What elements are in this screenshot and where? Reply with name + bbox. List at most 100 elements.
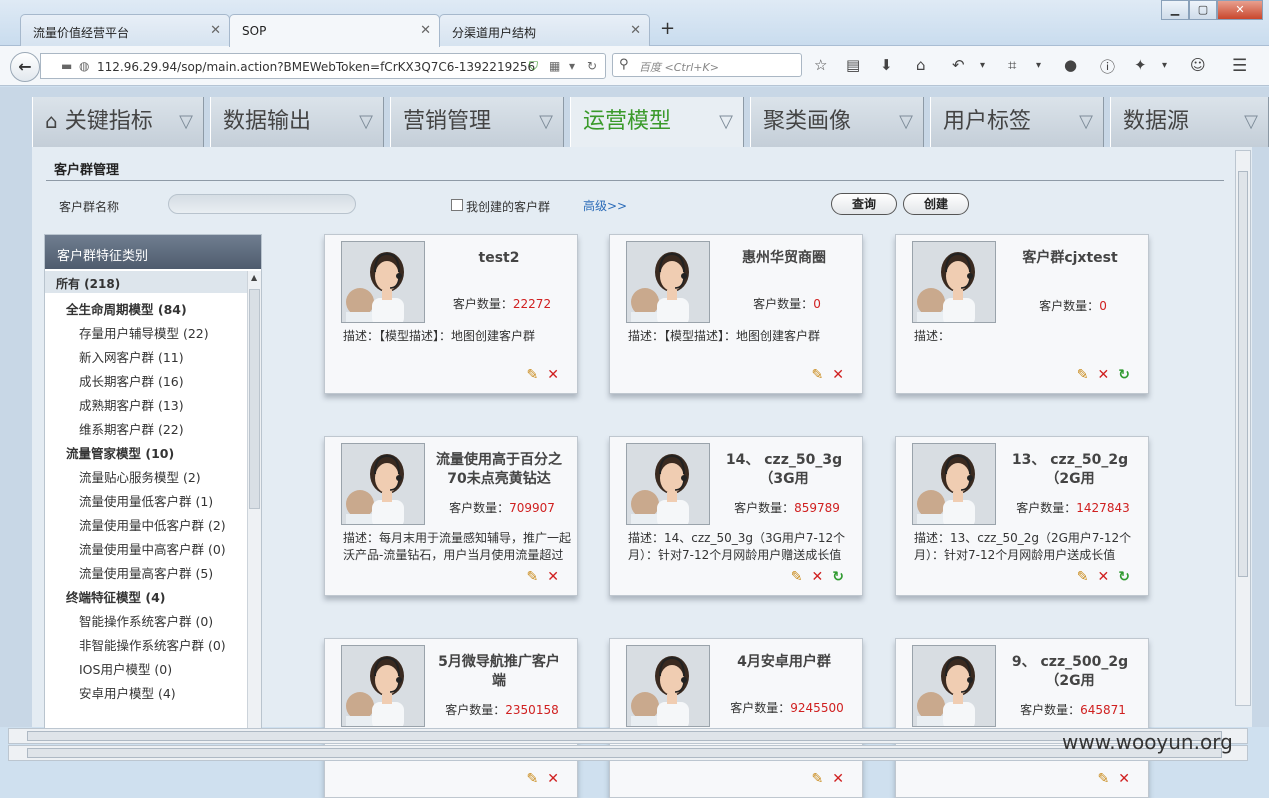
customer-group-card[interactable]: 14、 czz_50_3g（3G用 客户数量：859789 描述：14、czz_50… bbox=[609, 436, 863, 596]
scrollbar-thumb[interactable] bbox=[27, 748, 1222, 758]
dropdown-icon[interactable]: ▾ bbox=[1162, 60, 1167, 71]
edit-icon[interactable]: ✎ bbox=[1077, 367, 1089, 383]
scrollbar-thumb[interactable] bbox=[249, 289, 260, 509]
home-icon[interactable]: ⌂ bbox=[916, 56, 926, 74]
sidebar-item[interactable]: IOS用户模型 (0) bbox=[45, 655, 249, 679]
sidebar-item[interactable]: 流量使用量低客户群 (1) bbox=[45, 487, 249, 511]
delete-icon[interactable]: ✕ bbox=[1098, 367, 1110, 383]
group-name-input[interactable] bbox=[168, 194, 356, 214]
reload-icon[interactable]: ↻ bbox=[587, 59, 597, 73]
customer-group-card[interactable]: test2 客户数量：22272 描述：【模型描述】：地图创建客户群 ✎ ✕ bbox=[324, 234, 578, 394]
card-title[interactable]: 5月微导航推广客户端 bbox=[433, 653, 565, 691]
nav-tab-cluster-portrait[interactable]: 聚类画像 ▽ bbox=[750, 97, 924, 147]
bookmarks-icon[interactable]: ▤ bbox=[846, 56, 860, 74]
info-icon[interactable]: ⓘ bbox=[1100, 56, 1115, 77]
advanced-link[interactable]: 高级>> bbox=[583, 197, 627, 214]
minimize-icon[interactable]: ▁ bbox=[1161, 0, 1189, 20]
close-icon[interactable]: ✕ bbox=[630, 23, 641, 38]
new-tab-icon[interactable]: + bbox=[660, 18, 675, 39]
card-title[interactable]: 13、 czz_50_2g（2G用 bbox=[1004, 451, 1136, 489]
nav-tab-data-output[interactable]: 数据输出 ▽ bbox=[210, 97, 384, 147]
delete-icon[interactable]: ✕ bbox=[812, 569, 824, 585]
card-title[interactable]: 惠州华贸商圈 bbox=[718, 249, 850, 268]
customer-group-card[interactable]: 流量使用高于百分之70未点亮黄钻达 客户数量：709907 描述：每月末用于流量感知… bbox=[324, 436, 578, 596]
download-icon[interactable]: ⬇ bbox=[880, 56, 893, 74]
nav-tab-data-source[interactable]: 数据源 ▽ bbox=[1110, 97, 1269, 147]
edit-icon[interactable]: ✎ bbox=[791, 569, 803, 585]
browser-tab-3[interactable]: 分渠道用户结构 ✕ bbox=[439, 14, 650, 46]
shield-icon[interactable]: ⛉ bbox=[529, 59, 538, 74]
sidebar-item[interactable]: 流量管家模型 (10) bbox=[45, 439, 249, 463]
reader-icon[interactable]: ▬ bbox=[61, 59, 72, 73]
browser-tab-2[interactable]: SOP ✕ bbox=[229, 14, 440, 47]
scroll-up-icon[interactable]: ▲ bbox=[251, 273, 257, 282]
url-bar[interactable]: ▬ ◍ 112.96.29.94/sop/main.action?BMEWebT… bbox=[40, 53, 606, 79]
browser-tab-1[interactable]: 流量价值经营平台 ✕ bbox=[20, 14, 230, 46]
customer-group-card[interactable]: 5月微导航推广客户端 客户数量：2350158 ✎ ✕ bbox=[324, 638, 578, 798]
close-window-icon[interactable]: ✕ bbox=[1217, 0, 1263, 20]
nav-tab-marketing[interactable]: 营销管理 ▽ bbox=[390, 97, 564, 147]
edit-icon[interactable]: ✎ bbox=[812, 771, 824, 787]
nav-tab-key-metrics[interactable]: ⌂ 关键指标 ▽ bbox=[32, 97, 204, 147]
close-icon[interactable]: ✕ bbox=[420, 23, 431, 38]
edit-icon[interactable]: ✎ bbox=[812, 367, 824, 383]
delete-icon[interactable]: ✕ bbox=[832, 367, 844, 383]
search-input[interactable]: ⚲ 百度 <Ctrl+K> bbox=[612, 53, 802, 77]
sidebar-item[interactable]: 成熟期客户群 (13) bbox=[45, 391, 249, 415]
delete-icon[interactable]: ✕ bbox=[1118, 771, 1130, 787]
edit-icon[interactable]: ✎ bbox=[527, 771, 539, 787]
sidebar-item[interactable]: 终端特征模型 (4) bbox=[45, 583, 249, 607]
dropdown-icon[interactable]: ▾ bbox=[1036, 60, 1041, 71]
card-title[interactable]: 9、 czz_500_2g（2G用 bbox=[1004, 653, 1136, 691]
sidebar-item[interactable]: 流量使用量中低客户群 (2) bbox=[45, 511, 249, 535]
edit-icon[interactable]: ✎ bbox=[527, 569, 539, 585]
scrollbar-thumb[interactable] bbox=[1238, 171, 1248, 577]
bookmark-star-icon[interactable]: ☆ bbox=[814, 56, 827, 74]
customer-group-card[interactable]: 9、 czz_500_2g（2G用 客户数量：645871 ✎ ✕ bbox=[895, 638, 1149, 798]
refresh-icon[interactable]: ↻ bbox=[1118, 367, 1130, 383]
delete-icon[interactable]: ✕ bbox=[547, 569, 559, 585]
sidebar-item[interactable]: 流量使用量中高客户群 (0) bbox=[45, 535, 249, 559]
extension-icon[interactable]: ✦ bbox=[1134, 56, 1147, 74]
sidebar-item[interactable]: 安卓用户模型 (4) bbox=[45, 679, 249, 703]
sidebar-item[interactable]: 流量使用量高客户群 (5) bbox=[45, 559, 249, 583]
delete-icon[interactable]: ✕ bbox=[547, 771, 559, 787]
mine-checkbox[interactable] bbox=[451, 199, 463, 211]
menu-icon[interactable]: ☰ bbox=[1232, 56, 1247, 76]
sidebar-item[interactable]: 成长期客户群 (16) bbox=[45, 367, 249, 391]
card-title[interactable]: 客户群cjxtest bbox=[1004, 249, 1136, 268]
edit-icon[interactable]: ✎ bbox=[527, 367, 539, 383]
close-icon[interactable]: ✕ bbox=[210, 23, 221, 38]
sidebar-scrollbar[interactable]: ▲ bbox=[247, 271, 261, 735]
undo-icon[interactable]: ↶ bbox=[952, 56, 965, 74]
sidebar-item[interactable]: 智能操作系统客户群 (0) bbox=[45, 607, 249, 631]
edit-icon[interactable]: ✎ bbox=[1098, 771, 1110, 787]
card-title[interactable]: 流量使用高于百分之70未点亮黄钻达 bbox=[433, 451, 565, 489]
sidebar-item-all[interactable]: 所有 (218) bbox=[45, 271, 249, 293]
delete-icon[interactable]: ✕ bbox=[1098, 569, 1110, 585]
qr-code-icon[interactable]: ▦ bbox=[549, 59, 560, 73]
sidebar-item[interactable]: 流量贴心服务模型 (2) bbox=[45, 463, 249, 487]
query-button[interactable]: 查询 bbox=[831, 193, 897, 215]
dropdown-icon[interactable]: ▾ bbox=[980, 60, 985, 71]
customer-group-card[interactable]: 惠州华贸商圈 客户数量：0 描述：【模型描述】：地图创建客户群 ✎ ✕ bbox=[609, 234, 863, 394]
sidebar-item[interactable]: 新入网客户群 (11) bbox=[45, 343, 249, 367]
sidebar-item[interactable]: 全生命周期模型 (84) bbox=[45, 295, 249, 319]
scrollbar-thumb[interactable] bbox=[27, 731, 1222, 741]
crop-icon[interactable]: ⌗ bbox=[1008, 56, 1016, 74]
delete-icon[interactable]: ✕ bbox=[547, 367, 559, 383]
customer-group-card[interactable]: 4月安卓用户群 客户数量：9245500 ✎ ✕ bbox=[609, 638, 863, 798]
edit-icon[interactable]: ✎ bbox=[1077, 569, 1089, 585]
card-title[interactable]: 14、 czz_50_3g（3G用 bbox=[718, 451, 850, 489]
back-icon[interactable]: ← bbox=[10, 52, 40, 82]
sidebar-item[interactable]: 维系期客户群 (22) bbox=[45, 415, 249, 439]
chat-icon[interactable]: ● bbox=[1064, 56, 1077, 74]
customer-group-card[interactable]: 客户群cjxtest 客户数量：0 描述： ✎ ✕ ↻ bbox=[895, 234, 1149, 394]
emoji-icon[interactable]: ☺ bbox=[1190, 56, 1206, 74]
maximize-icon[interactable]: ▢ bbox=[1189, 0, 1217, 20]
create-button[interactable]: 创建 bbox=[903, 193, 969, 215]
card-title[interactable]: test2 bbox=[433, 249, 565, 268]
sidebar-item[interactable]: 存量用户辅导模型 (22) bbox=[45, 319, 249, 343]
customer-group-card[interactable]: 13、 czz_50_2g（2G用 客户数量：1427843 描述：13、czz_5… bbox=[895, 436, 1149, 596]
refresh-icon[interactable]: ↻ bbox=[832, 569, 844, 585]
